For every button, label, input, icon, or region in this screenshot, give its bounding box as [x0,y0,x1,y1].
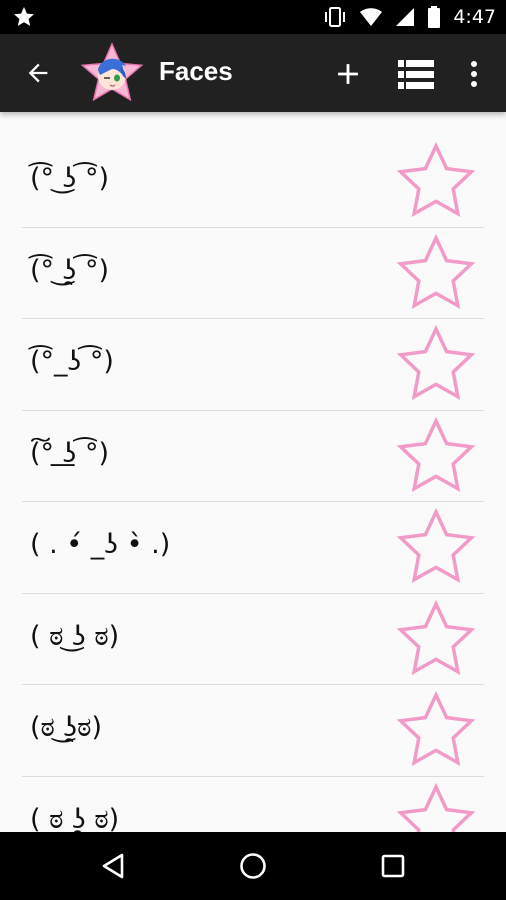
status-bar: 4:47 [0,0,506,34]
add-icon [338,64,358,84]
favorite-star-icon[interactable] [396,233,476,312]
faces-list: (͡° ͜ʖ ͡°) (͡° ͜ʖ̯ ͡°) (͡°_ʖ ͡°) (͠° ͟ʖ … [0,136,506,832]
list-item[interactable]: (͡°_ʖ ͡°) [22,319,484,411]
list-item[interactable]: (͠° ͟ʖ ͡°) [22,411,484,502]
back-button[interactable] [20,55,56,91]
favorite-star-icon[interactable] [396,599,476,678]
face-text: ( . •́ _ʖ •̀ .) [30,529,171,560]
app-logo [80,42,144,102]
star-icon [14,7,34,26]
app-bar: Faces [0,34,506,112]
list-view-icon [398,60,434,89]
face-text: (͠° ͟ʖ ͡°) [30,437,110,469]
back-arrow-icon [28,63,48,83]
wifi-icon [360,8,383,26]
home-circle-icon [240,853,266,879]
favorite-star-icon[interactable] [396,142,476,220]
vibrate-icon [325,7,346,27]
list-item[interactable]: (ಠ ͜ʖ̯ಠ) [22,685,484,777]
page-title: Faces [159,56,233,86]
face-text: (͡° ͜ʖ̯ ͡°) [30,254,110,286]
system-nav-bar [0,832,506,900]
face-text: (͡° ͜ʖ ͡°) [30,163,110,194]
face-text: (ಠ ͜ʖ̯ಠ) [30,712,102,743]
signal-icon [396,8,415,26]
faces-list-container: (͡° ͜ʖ ͡°) (͡° ͜ʖ̯ ͡°) (͡°_ʖ ͡°) (͠° ͟ʖ … [0,112,506,832]
back-triangle-icon [102,853,124,879]
nav-back-button[interactable] [93,846,133,886]
recents-square-icon [381,854,405,878]
nav-home-button[interactable] [233,846,273,886]
status-time: 4:47 [453,6,496,28]
list-item[interactable]: ( ಠ ʖ̯ ಠ) [22,777,484,833]
face-text: ( ಠ ͜ʖ ಠ) [30,620,120,652]
favorite-star-icon[interactable] [396,782,476,833]
list-item[interactable]: ( ಠ ͜ʖ ಠ) [22,594,484,685]
nav-recents-button[interactable] [373,846,413,886]
battery-icon [428,6,441,28]
favorite-star-icon[interactable] [396,691,476,769]
favorite-star-icon[interactable] [396,508,476,586]
favorite-star-icon[interactable] [396,325,476,403]
face-text: ( ಠ ʖ̯ ಠ) [30,803,120,833]
more-options-button[interactable] [452,52,496,96]
more-vert-icon [471,61,477,87]
face-text: (͡°_ʖ ͡°) [30,346,114,377]
favorite-star-icon[interactable] [396,416,476,495]
list-view-button[interactable] [394,52,438,96]
list-item[interactable]: (͡° ͜ʖ ͡°) [22,136,484,228]
status-icons: 4:47 [323,0,496,34]
list-item[interactable]: ( . •́ _ʖ •̀ .) [22,502,484,594]
add-button[interactable] [326,52,370,96]
list-item[interactable]: (͡° ͜ʖ̯ ͡°) [22,228,484,319]
